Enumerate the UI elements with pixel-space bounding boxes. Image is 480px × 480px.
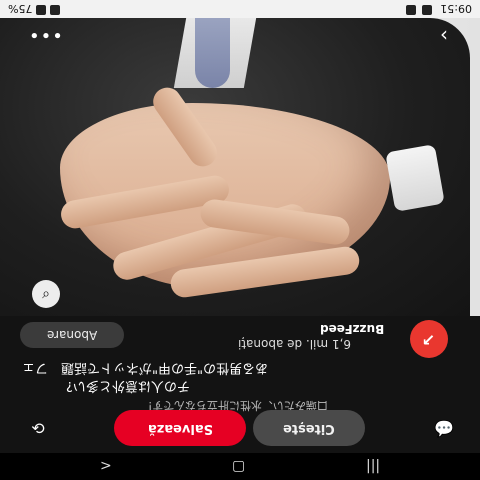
more-icon[interactable]: ••• xyxy=(28,24,63,45)
battery-percentage: 75% xyxy=(8,2,33,15)
pin-title-line-1: ある男性の"手の甲"がネットで話題 フェ xyxy=(22,360,268,375)
notification-icon xyxy=(422,5,432,15)
creator-avatar[interactable]: ↗ xyxy=(410,320,448,358)
tie xyxy=(195,18,230,88)
lens-icon[interactable]: ⌕ xyxy=(32,280,60,308)
pin-image[interactable] xyxy=(0,18,480,316)
home-nav-icon[interactable]: ▢ xyxy=(232,458,245,474)
save-button[interactable]: Salvează xyxy=(114,410,246,446)
status-bar: 09:51 75% xyxy=(0,0,480,18)
follow-button-label: Abonare xyxy=(46,328,98,342)
read-button-label: Citește xyxy=(283,420,335,436)
signal-icon xyxy=(36,5,47,15)
back-icon[interactable]: ‹ xyxy=(432,22,456,46)
creator-followers: 6,1 mil. de abonați xyxy=(238,337,352,351)
share-icon[interactable]: ⟲ xyxy=(24,414,52,442)
recents-nav-icon[interactable]: ||| xyxy=(366,458,380,474)
follow-button[interactable]: Abonare xyxy=(20,322,124,348)
battery-indicator: 75% xyxy=(8,2,61,15)
wifi-icon xyxy=(50,5,61,15)
back-nav-icon[interactable]: > xyxy=(100,458,112,474)
save-button-label: Salvează xyxy=(147,420,213,436)
status-icons xyxy=(406,5,432,15)
shirt-cuff xyxy=(385,144,445,212)
location-icon xyxy=(406,5,416,15)
read-button[interactable]: Citește xyxy=(253,410,365,446)
comment-icon[interactable]: 💬 xyxy=(430,414,458,442)
creator-name[interactable]: BuzzFeed xyxy=(320,322,384,336)
pin-title-line-2: チの人は意外と多い? xyxy=(66,378,190,393)
clock: 09:51 xyxy=(440,2,472,15)
